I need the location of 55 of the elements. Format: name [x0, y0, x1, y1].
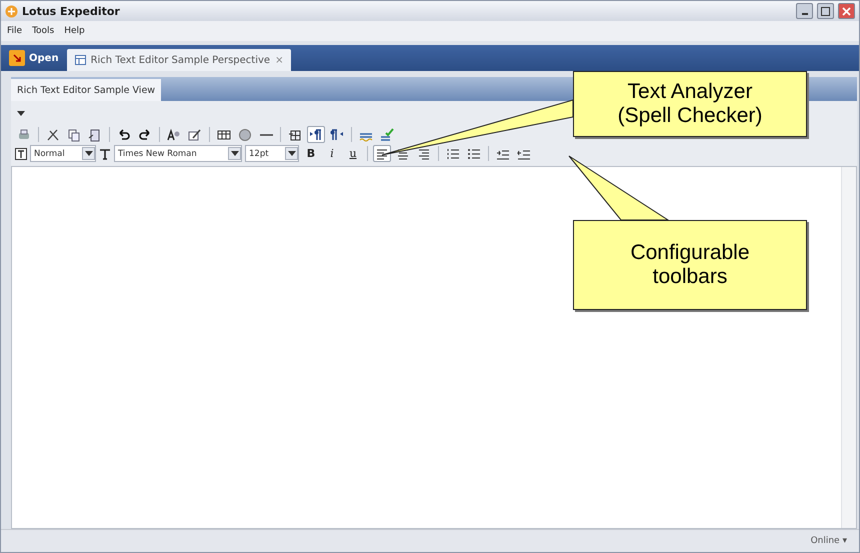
caret-icon — [17, 110, 25, 116]
window-title: Lotus Expeditor — [22, 4, 121, 18]
close-icon — [842, 6, 851, 16]
caret-icon — [230, 151, 238, 156]
dropdown-button[interactable] — [228, 147, 241, 160]
redo-arrow-icon — [138, 128, 152, 142]
size-dropdown[interactable]: 12pt — [245, 145, 299, 162]
open-button[interactable]: Open — [9, 47, 63, 69]
font-family-icon — [99, 148, 111, 160]
toolbar-button[interactable] — [373, 145, 391, 162]
menu-item[interactable]: File — [7, 26, 22, 36]
paste-icon — [88, 128, 102, 142]
spellcheck-icon — [380, 128, 394, 142]
caret-icon — [84, 151, 92, 156]
table-insert-icon — [288, 128, 302, 142]
status-menu[interactable]: Online ▾ — [810, 536, 847, 546]
scissors-icon — [46, 128, 60, 142]
font-dropdown[interactable]: Times New Roman — [114, 145, 242, 162]
undo-arrow-icon — [117, 128, 131, 142]
callout-text: Configurable toolbars — [630, 240, 750, 290]
menu-item[interactable]: Help — [64, 26, 85, 36]
font-icon — [167, 128, 181, 142]
copy-icon — [67, 128, 81, 142]
app-logo-icon — [5, 4, 18, 18]
align-left-icon — [375, 146, 389, 160]
align-right-icon — [417, 146, 431, 160]
perspective-tab[interactable]: Rich Text Editor Sample Perspective × — [66, 49, 292, 71]
minimize-button[interactable] — [796, 3, 813, 19]
layout-icon — [74, 55, 86, 65]
globe-icon — [238, 128, 252, 142]
numbered-list-icon — [446, 146, 460, 160]
format-button[interactable]: B — [302, 145, 320, 162]
left-to-right-icon — [309, 128, 323, 142]
paragraph-style-icon — [15, 148, 27, 160]
bulleted-list-icon — [467, 146, 481, 160]
caret-icon — [288, 151, 296, 156]
format-button[interactable]: u — [344, 145, 362, 162]
view-tab[interactable]: Rich Text Editor Sample View — [11, 79, 162, 101]
right-to-left-icon — [330, 128, 344, 142]
dropdown-button[interactable] — [82, 147, 95, 160]
scrollbar[interactable] — [841, 167, 856, 528]
printer-icon — [17, 128, 31, 142]
tab-label: Rich Text Editor Sample Perspective — [90, 54, 270, 66]
table-icon — [217, 128, 231, 142]
brush-icon — [188, 128, 202, 142]
format-button[interactable]: i — [323, 145, 341, 162]
horizontal-line-icon — [260, 134, 272, 136]
maximize-button[interactable] — [817, 3, 834, 19]
toolbar-button[interactable] — [307, 126, 325, 143]
close-button[interactable] — [838, 3, 855, 19]
menu-item[interactable]: Tools — [32, 26, 54, 36]
style-dropdown[interactable]: Normal — [30, 145, 96, 162]
dropdown-button[interactable] — [285, 147, 298, 160]
callout-text: Text Analyzer (Spell Checker) — [618, 80, 762, 128]
maximize-icon — [821, 6, 830, 16]
